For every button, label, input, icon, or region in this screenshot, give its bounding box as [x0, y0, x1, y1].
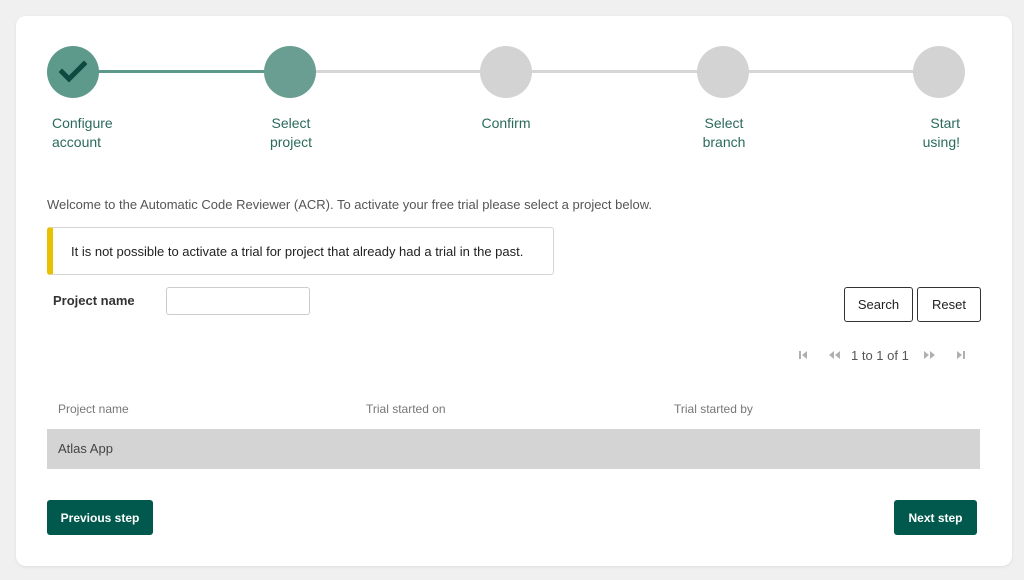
column-header-project-name[interactable]: Project name — [58, 402, 129, 416]
step-circle-confirm — [480, 46, 532, 98]
step-label-select-branch: Select branch — [702, 115, 746, 150]
trial-notice-text: It is not possible to activate a trial f… — [71, 243, 524, 259]
next-step-button[interactable]: Next step — [894, 500, 977, 535]
step-label-configure-account: Configure account — [52, 115, 113, 150]
step-circle-start-using — [913, 46, 965, 98]
cell-project-name: Atlas App — [58, 441, 113, 456]
step-connector-4 — [748, 70, 915, 73]
step-connector-3 — [531, 70, 699, 73]
step-circle-select-project — [264, 46, 316, 98]
first-page-icon[interactable] — [797, 350, 809, 360]
step-label-select-project: Select project — [269, 115, 313, 150]
progress-stepper: Configure account Select project Confirm… — [0, 0, 1024, 160]
step-connector-1 — [98, 70, 265, 73]
previous-step-button[interactable]: Previous step — [47, 500, 153, 535]
step-connector-2 — [315, 70, 482, 73]
trial-notice: It is not possible to activate a trial f… — [47, 227, 554, 275]
last-page-icon[interactable] — [955, 350, 967, 360]
table-row[interactable]: Atlas App — [47, 429, 980, 469]
step-label-confirm: Confirm — [481, 115, 531, 131]
column-header-trial-started-by[interactable]: Trial started by — [674, 402, 753, 416]
next-page-icon[interactable] — [923, 350, 937, 360]
previous-page-icon[interactable] — [827, 350, 841, 360]
step-circle-configure-account — [47, 46, 99, 98]
project-name-label: Project name — [53, 293, 135, 308]
intro-text: Welcome to the Automatic Code Reviewer (… — [47, 197, 653, 212]
step-circle-select-branch — [697, 46, 749, 98]
project-name-input[interactable] — [166, 287, 310, 315]
column-header-trial-started-on[interactable]: Trial started on — [366, 402, 446, 416]
page-indicator: 1 to 1 of 1 — [851, 347, 909, 363]
checkmark-icon — [59, 61, 87, 83]
reset-button[interactable]: Reset — [917, 287, 981, 322]
pagination: 1 to 1 of 1 — [797, 347, 967, 363]
search-button[interactable]: Search — [844, 287, 913, 322]
step-label-start-using: Start using! — [922, 115, 960, 150]
